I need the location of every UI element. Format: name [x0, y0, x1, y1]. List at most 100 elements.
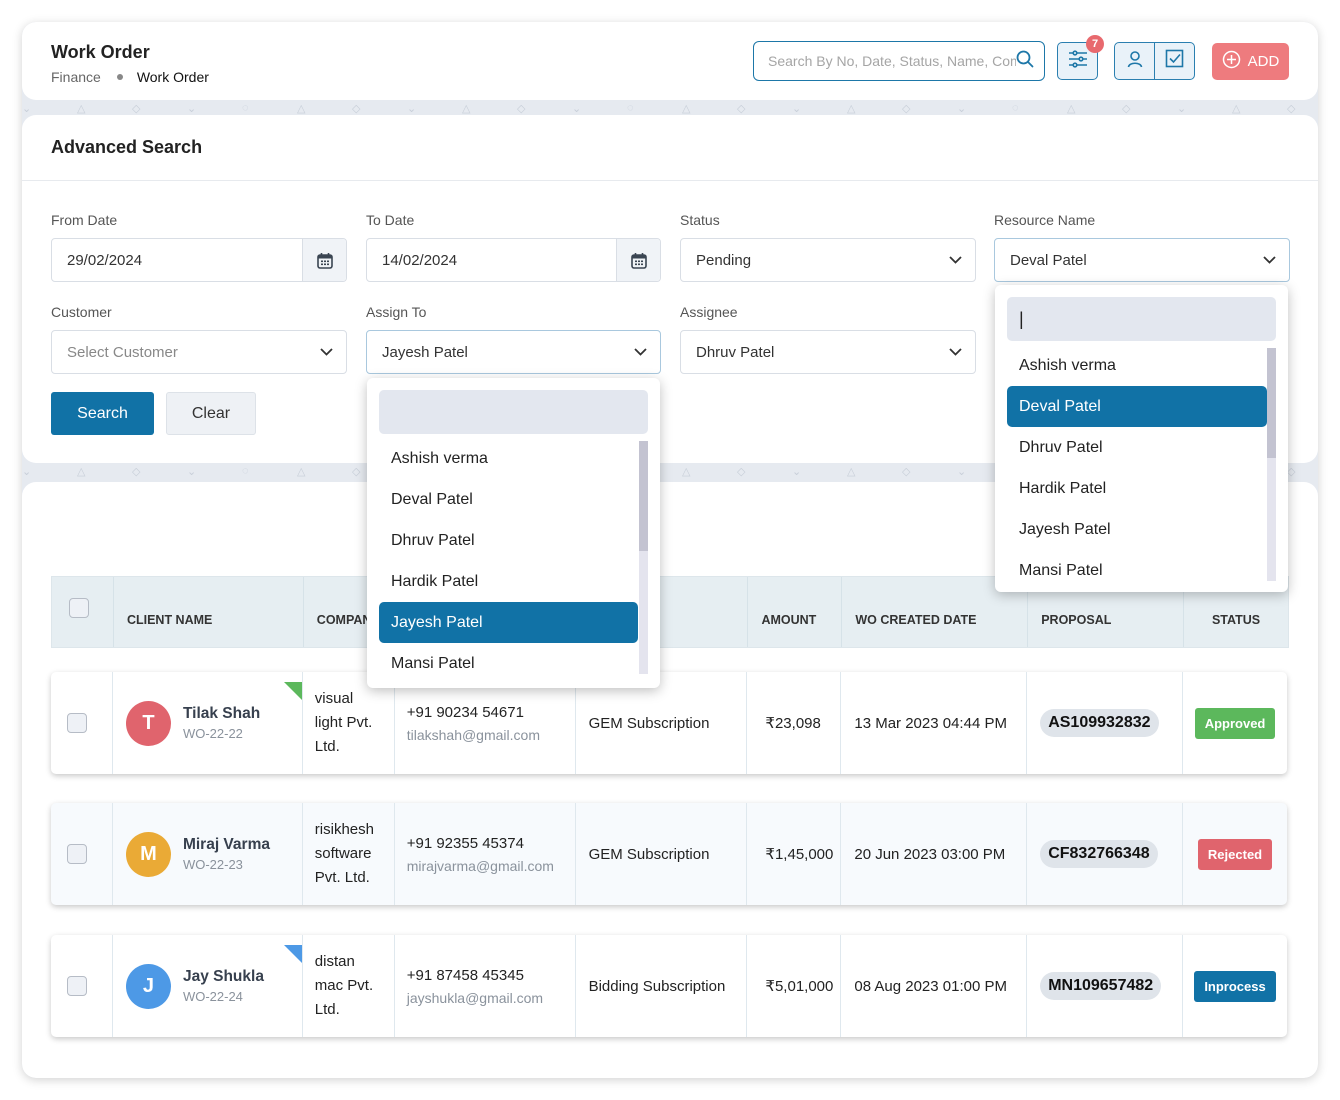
- select-all-cell: [52, 577, 114, 647]
- contact-email[interactable]: tilakshah@gmail.com: [407, 727, 540, 743]
- calendar-icon[interactable]: [302, 239, 346, 281]
- proposal-chip[interactable]: CF832766348: [1040, 840, 1158, 868]
- resource-name-select[interactable]: Deval Patel: [994, 238, 1290, 282]
- customer-placeholder: Select Customer: [67, 343, 178, 361]
- add-button-label: ADD: [1247, 53, 1280, 70]
- calendar-icon[interactable]: [616, 239, 660, 281]
- status-cell: Inprocess: [1183, 935, 1287, 1037]
- row-select-cell: [51, 672, 113, 774]
- contact-phone: +91 87458 45345: [406, 966, 524, 984]
- dropdown-option[interactable]: Dhruv Patel: [1007, 427, 1267, 468]
- created-date-cell: 08 Aug 2023 01:00 PM: [841, 935, 1028, 1037]
- row-checkbox[interactable]: [67, 844, 87, 864]
- page-header: Work Order Finance Work Order 7: [22, 22, 1318, 100]
- resource-dropdown-search[interactable]: |: [1007, 297, 1276, 341]
- to-date-label: To Date: [366, 212, 415, 228]
- proposal-cell: CF832766348: [1027, 803, 1184, 905]
- search-button[interactable]: Search: [51, 392, 154, 435]
- company-cell: risikhesh software Pvt. Ltd.: [303, 803, 395, 905]
- company-name-line: Pvt. Ltd.: [314, 869, 370, 886]
- row-flag-indicator: [283, 945, 302, 963]
- client-name[interactable]: Miraj Varma: [183, 836, 270, 854]
- breadcrumb-current: Work Order: [136, 69, 209, 85]
- to-date-value: 14/02/2024: [382, 251, 458, 269]
- dropdown-option[interactable]: Ashish verma: [1007, 345, 1267, 386]
- status-badge: Rejected: [1197, 838, 1273, 870]
- status-cell: Rejected: [1183, 803, 1287, 905]
- assign-to-options: Ashish verma Deval Patel Dhruv Patel Hardik…: [379, 438, 638, 684]
- column-header-amount[interactable]: AMOUNT: [748, 577, 843, 647]
- assign-to-dropdown-search[interactable]: [379, 390, 648, 434]
- scrollbar-track[interactable]: [639, 441, 648, 674]
- status-badge: Inprocess: [1194, 970, 1276, 1002]
- scrollbar-thumb[interactable]: [1267, 348, 1276, 458]
- contact-email[interactable]: mirajvarma@gmail.com: [407, 858, 554, 874]
- proposal-chip[interactable]: AS109932832: [1040, 709, 1159, 737]
- contact-phone: +91 92355 45374: [406, 834, 524, 852]
- table-row[interactable]: M Miraj Varma WO-22-23 risikhesh software…: [51, 803, 1287, 905]
- chevron-down-icon: [306, 348, 346, 356]
- status-cell: Approved: [1183, 672, 1287, 774]
- background-pattern: ⌄△◇⌄◌△◇⌄△◇⌄◌△◇⌄△◇⌄◌△◇⌄△◇: [22, 102, 1296, 115]
- avatar: T: [125, 700, 171, 746]
- clear-button[interactable]: Clear: [166, 392, 256, 435]
- work-order-number: WO-22-24: [182, 989, 243, 1004]
- status-select[interactable]: Pending: [680, 238, 976, 282]
- product-cell: Bidding Subscription: [576, 935, 748, 1037]
- page-title: Work Order: [51, 42, 150, 62]
- dropdown-option[interactable]: Mansi Patel: [1007, 550, 1267, 591]
- dropdown-option[interactable]: Hardik Patel: [1007, 468, 1267, 509]
- row-checkbox[interactable]: [67, 976, 87, 996]
- assign-to-label: Assign To: [366, 304, 427, 320]
- company-name-line: light Pvt.: [314, 714, 373, 731]
- plus-circle-icon: [1222, 50, 1241, 73]
- status-value: Pending: [696, 251, 752, 269]
- amount-cell: ₹5,01,000: [747, 935, 842, 1037]
- table-row[interactable]: T Tilak Shah WO-22-22 visual light Pvt. Lt…: [51, 672, 1287, 774]
- search-input[interactable]: [768, 53, 1016, 69]
- created-date-cell: 13 Mar 2023 04:44 PM: [841, 672, 1028, 774]
- to-date-field[interactable]: 14/02/2024: [366, 238, 661, 282]
- customer-select[interactable]: Select Customer: [51, 330, 347, 374]
- company-name-line: Ltd.: [314, 738, 340, 755]
- assign-to-select[interactable]: Jayesh Patel: [366, 330, 661, 374]
- user-view-button[interactable]: [1115, 43, 1155, 79]
- dropdown-option[interactable]: Jayesh Patel: [1007, 509, 1267, 550]
- contact-email[interactable]: jayshukla@gmail.com: [407, 990, 543, 1006]
- assignee-select[interactable]: Dhruv Patel: [680, 330, 976, 374]
- proposal-chip[interactable]: MN109657482: [1040, 972, 1162, 1000]
- assign-to-dropdown: Ashish verma Deval Patel Dhruv Patel Hardik…: [367, 378, 660, 688]
- breadcrumb-finance[interactable]: Finance: [51, 69, 101, 85]
- select-all-checkbox[interactable]: [69, 598, 89, 618]
- client-name[interactable]: Tilak Shah: [183, 705, 260, 723]
- scrollbar-track[interactable]: [1267, 348, 1276, 581]
- scrollbar-thumb[interactable]: [639, 441, 648, 551]
- search-box: [753, 41, 1045, 81]
- column-header-client-name[interactable]: CLIENT NAME: [114, 577, 304, 647]
- dropdown-option[interactable]: Deval Patel: [1007, 386, 1267, 427]
- contact-cell: +91 92355 45374 mirajvarma@gmail.com: [395, 803, 576, 905]
- resource-options: Ashish verma Deval Patel Dhruv Patel Hardik…: [1007, 345, 1267, 591]
- table-row[interactable]: J Jay Shukla WO-22-24 distan mac Pvt. Ltd.…: [51, 935, 1287, 1037]
- filter-count-badge: 7: [1086, 35, 1104, 53]
- row-flag-indicator: [283, 682, 302, 700]
- dropdown-option[interactable]: Hardik Patel: [379, 561, 638, 602]
- search-icon[interactable]: [1016, 50, 1034, 73]
- assign-to-value: Jayesh Patel: [382, 343, 468, 361]
- assignee-value: Dhruv Patel: [696, 343, 775, 361]
- amount-cell: ₹1,45,000: [747, 803, 842, 905]
- avatar: M: [125, 831, 171, 877]
- dropdown-option[interactable]: Ashish verma: [379, 438, 638, 479]
- client-name[interactable]: Jay Shukla: [183, 968, 264, 986]
- from-date-value: 29/02/2024: [67, 251, 143, 269]
- dropdown-option[interactable]: Mansi Patel: [379, 643, 638, 684]
- add-button[interactable]: ADD: [1212, 43, 1289, 80]
- dropdown-option[interactable]: Jayesh Patel: [379, 602, 638, 643]
- customer-label: Customer: [51, 304, 112, 320]
- from-date-field[interactable]: 29/02/2024: [51, 238, 347, 282]
- dropdown-option[interactable]: Dhruv Patel: [379, 520, 638, 561]
- row-checkbox[interactable]: [67, 713, 87, 733]
- dropdown-option[interactable]: Deval Patel: [379, 479, 638, 520]
- task-view-button[interactable]: [1155, 43, 1194, 79]
- chevron-down-icon: [935, 348, 975, 356]
